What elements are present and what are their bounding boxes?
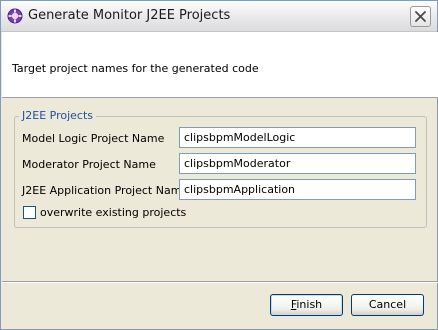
moderator-project-input[interactable]: [179, 153, 416, 174]
dialog-window: Generate Monitor J2EE Projects Target pr…: [0, 0, 438, 330]
overwrite-label[interactable]: overwrite existing projects: [40, 206, 186, 219]
description-text: Target project names for the generated c…: [12, 62, 259, 75]
group-title: J2EE Projects: [19, 109, 97, 122]
monitor-gear-icon: [7, 8, 23, 24]
finish-label: inish: [296, 298, 323, 311]
title-bar[interactable]: Generate Monitor J2EE Projects: [1, 1, 437, 32]
button-separator: [2, 281, 438, 283]
application-label: J2EE Application Project Name: [22, 184, 189, 197]
description-banner: Target project names for the generated c…: [2, 32, 438, 98]
cancel-button[interactable]: Cancel: [351, 294, 424, 316]
window-title: Generate Monitor J2EE Projects: [28, 8, 231, 23]
close-icon: [415, 11, 426, 22]
application-project-input[interactable]: [179, 179, 416, 200]
moderator-label: Moderator Project Name: [22, 158, 156, 171]
model-logic-project-input[interactable]: [179, 127, 416, 148]
model-logic-label: Model Logic Project Name: [22, 132, 165, 145]
finish-button[interactable]: Finish: [270, 294, 343, 316]
close-button[interactable]: [410, 6, 431, 27]
overwrite-checkbox[interactable]: [23, 206, 36, 219]
